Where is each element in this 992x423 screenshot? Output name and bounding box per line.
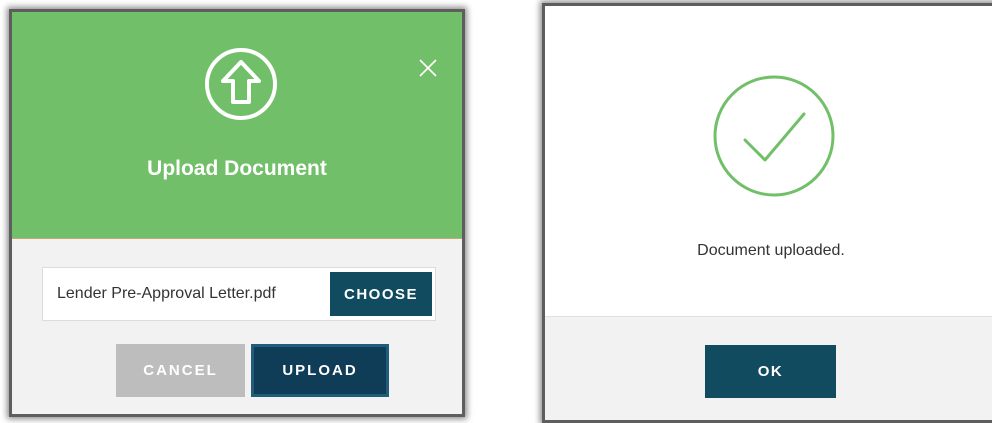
file-name-field[interactable]: Lender Pre-Approval Letter.pdf (57, 268, 276, 320)
dialog-title: Upload Document (147, 157, 327, 180)
upload-arrow-icon (205, 48, 277, 120)
ok-button[interactable]: OK (705, 345, 836, 398)
dialog-footer: OK (545, 316, 992, 420)
upload-document-dialog: Upload Document Lender Pre-Approval Lett… (9, 9, 465, 417)
upload-button[interactable]: UPLOAD (251, 344, 389, 397)
file-picker: Lender Pre-Approval Letter.pdf CHOOSE (42, 267, 436, 321)
success-message: Document uploaded. (697, 242, 845, 259)
check-circle-icon (713, 75, 835, 197)
dialog-header: Upload Document (12, 12, 462, 239)
upload-success-dialog: Document uploaded. OK (542, 3, 992, 423)
cancel-button[interactable]: CANCEL (116, 344, 245, 397)
choose-button[interactable]: CHOOSE (330, 272, 432, 316)
close-icon[interactable] (417, 57, 439, 79)
dialog-body: Lender Pre-Approval Letter.pdf CHOOSE CA… (12, 239, 462, 414)
